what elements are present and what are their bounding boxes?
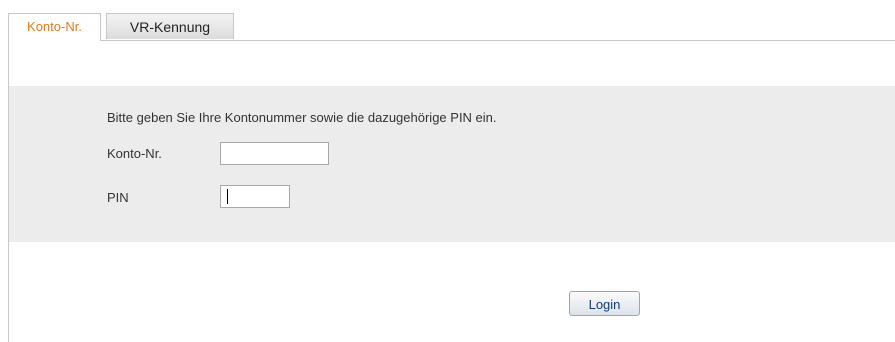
account-number-input[interactable] <box>220 142 329 165</box>
pin-input[interactable] <box>220 185 290 208</box>
tab-bar: Konto-Nr. VR-Kennung <box>8 13 895 41</box>
instruction-text: Bitte geben Sie Ihre Kontonummer sowie d… <box>107 110 497 125</box>
account-number-label: Konto-Nr. <box>107 146 162 161</box>
tab-vr-kennung[interactable]: VR-Kennung <box>106 13 234 39</box>
text-cursor <box>227 189 228 204</box>
tab-konto-nr[interactable]: Konto-Nr. <box>8 13 101 41</box>
pin-label: PIN <box>107 190 129 205</box>
login-button[interactable]: Login <box>569 291 640 316</box>
